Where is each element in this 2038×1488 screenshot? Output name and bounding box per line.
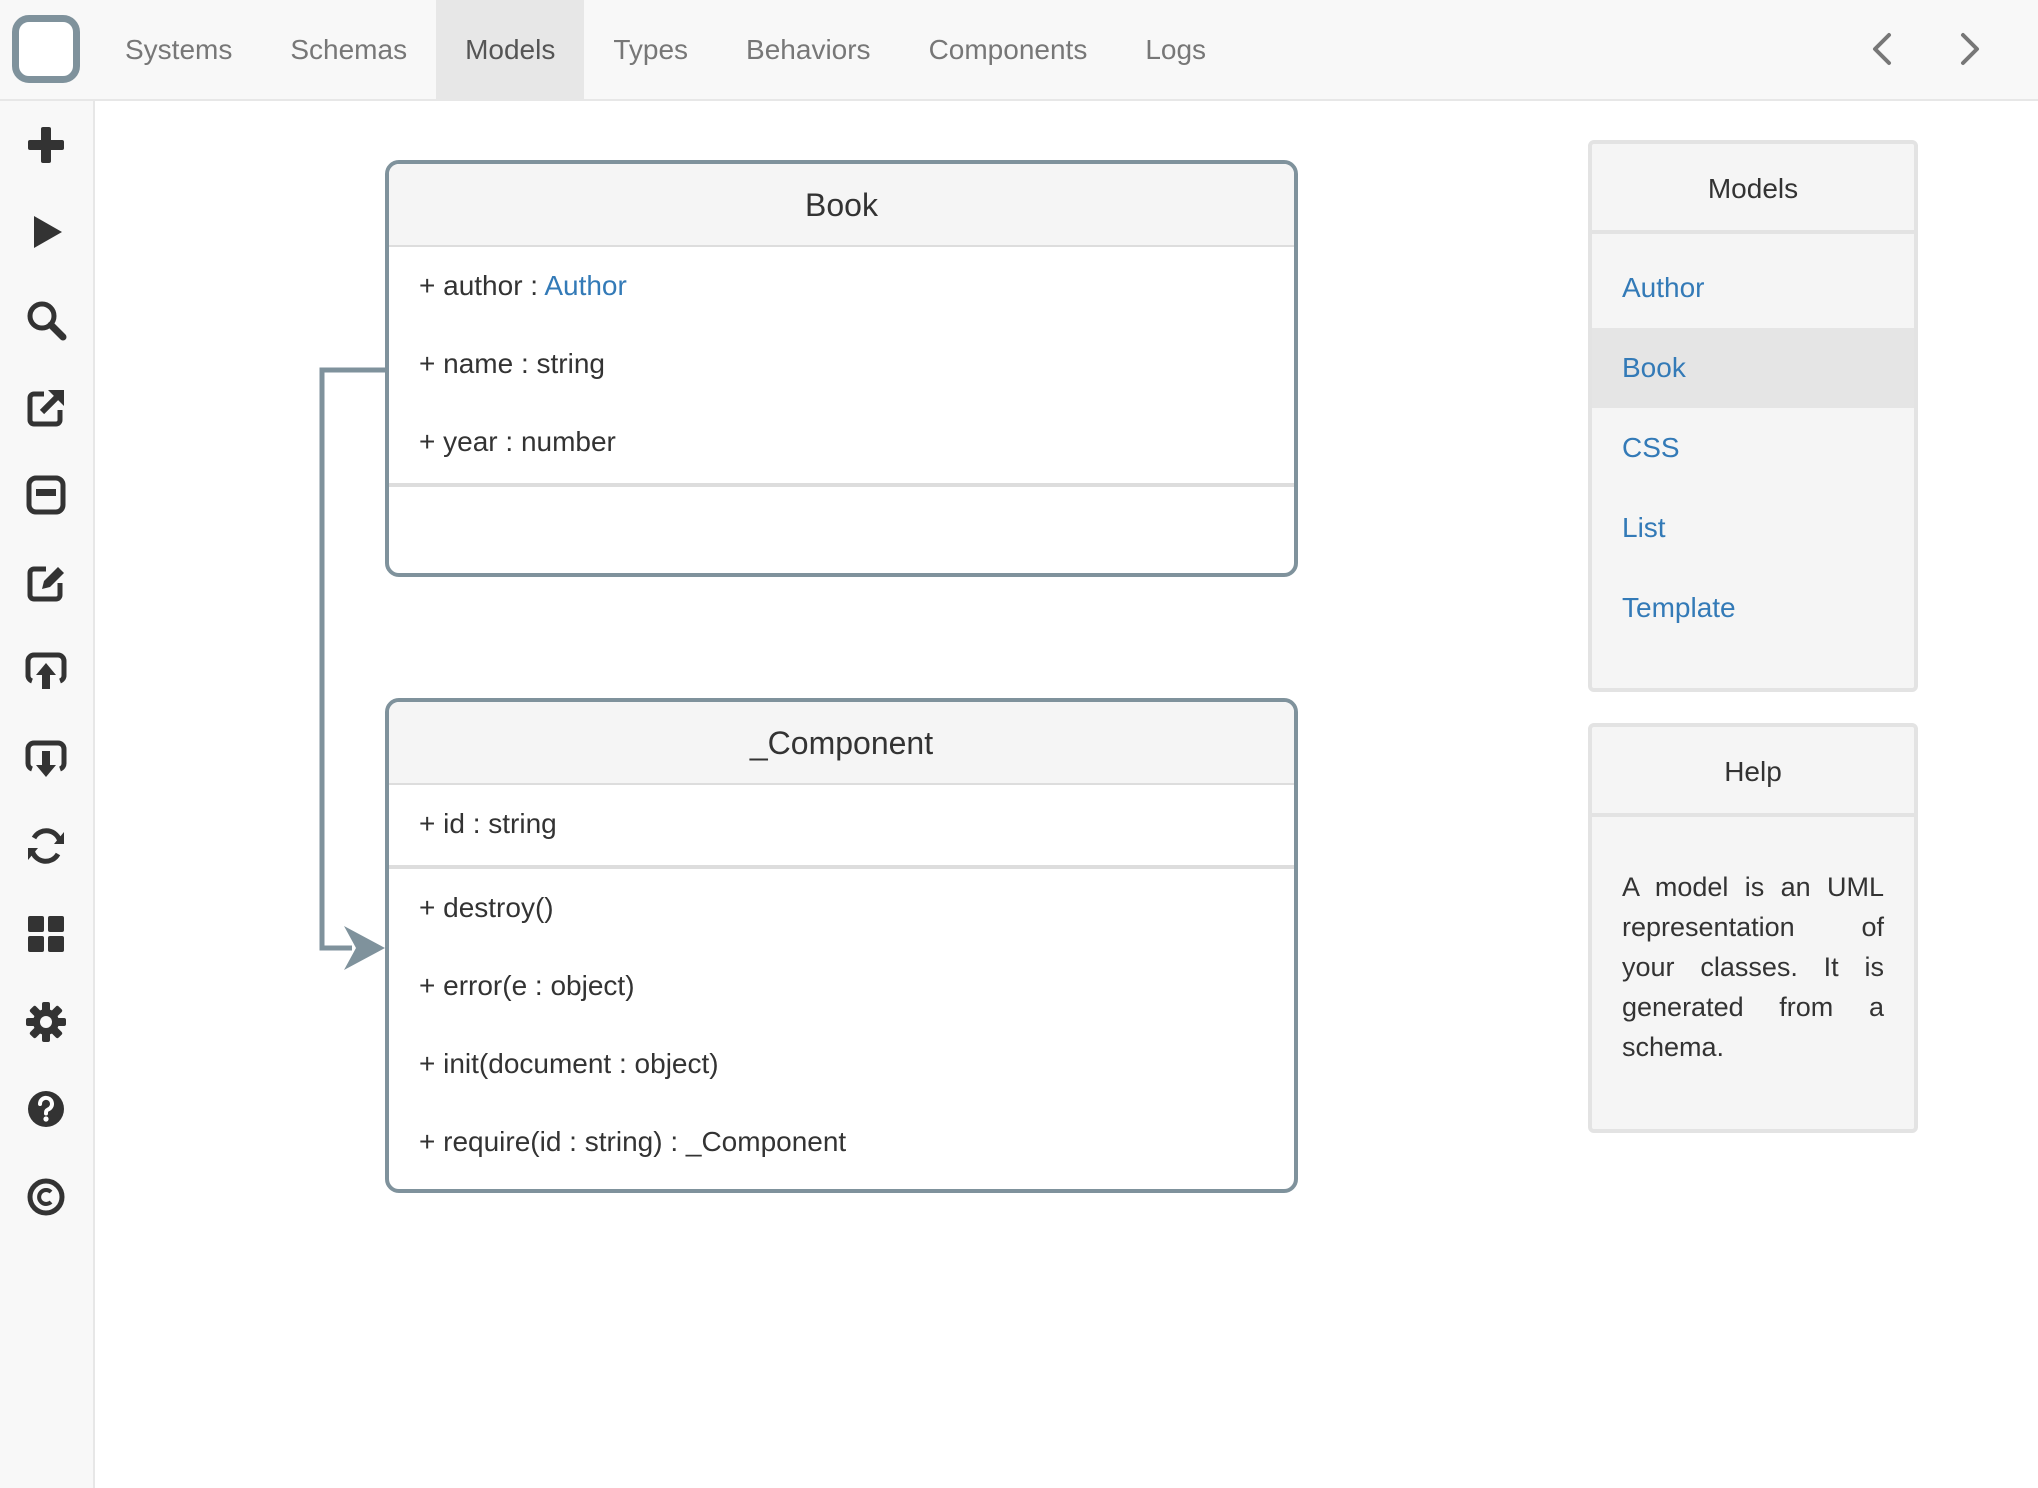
chevron-right-icon[interactable] xyxy=(1946,24,1996,74)
play-icon[interactable] xyxy=(20,206,72,258)
edit-icon[interactable] xyxy=(20,557,72,609)
window-icon[interactable] xyxy=(20,469,72,521)
tab-behaviors[interactable]: Behaviors xyxy=(717,0,900,100)
external-link-icon[interactable] xyxy=(20,382,72,434)
help-panel: Help A model is an UML representation of… xyxy=(1588,723,1918,1133)
logo-icon[interactable] xyxy=(12,15,80,83)
class-title: _Component xyxy=(389,702,1294,785)
method-destroy: + destroy() xyxy=(419,892,554,923)
upload-icon[interactable] xyxy=(20,645,72,697)
method-error: + error(e : object) xyxy=(419,970,635,1001)
attribute-author: + author : Author xyxy=(389,247,1294,325)
type-link-author[interactable]: Author xyxy=(544,270,627,301)
app-root: Systems Schemas Models Types Behaviors C… xyxy=(0,0,2038,1488)
attribute-name: + name : string xyxy=(419,348,605,379)
tab-logs[interactable]: Logs xyxy=(1116,0,1235,100)
dashboard-icon[interactable] xyxy=(20,908,72,960)
help-text: A model is an UML representation of your… xyxy=(1622,872,1884,1062)
tab-systems[interactable]: Systems xyxy=(96,0,261,100)
chevron-left-icon[interactable] xyxy=(1856,24,1906,74)
download-icon[interactable] xyxy=(20,733,72,785)
methods-section xyxy=(389,483,1294,487)
models-list: Author Book CSS List Template xyxy=(1592,234,1914,648)
class-title: Book xyxy=(389,164,1294,247)
tab-components[interactable]: Components xyxy=(900,0,1117,100)
refresh-icon[interactable] xyxy=(20,820,72,872)
top-navbar: Systems Schemas Models Types Behaviors C… xyxy=(0,0,2038,101)
help-panel-title: Help xyxy=(1592,727,1914,817)
model-item-author[interactable]: Author xyxy=(1592,248,1914,328)
gear-icon[interactable] xyxy=(20,996,72,1048)
left-sidebar xyxy=(0,101,95,1488)
attributes-section: + id : string xyxy=(389,785,1294,865)
models-panel-title: Models xyxy=(1592,144,1914,234)
attribute-text: + author : xyxy=(419,270,545,301)
model-item-template[interactable]: Template xyxy=(1592,568,1914,648)
attribute-id: + id : string xyxy=(419,808,557,839)
model-item-css[interactable]: CSS xyxy=(1592,408,1914,488)
methods-section: + destroy() + error(e : object) + init(d… xyxy=(389,865,1294,1181)
method-init: + init(document : object) xyxy=(419,1048,719,1079)
tab-types[interactable]: Types xyxy=(584,0,717,100)
tab-schemas[interactable]: Schemas xyxy=(261,0,436,100)
help-icon[interactable] xyxy=(20,1083,72,1135)
uml-class-book[interactable]: Book + author : Author + name : string +… xyxy=(385,160,1298,577)
nav-tabs: Systems Schemas Models Types Behaviors C… xyxy=(96,0,1235,100)
copyright-icon[interactable] xyxy=(20,1171,72,1223)
tab-models[interactable]: Models xyxy=(436,0,585,100)
method-require: + require(id : string) : _Component xyxy=(419,1126,847,1157)
search-icon[interactable] xyxy=(20,294,72,346)
uml-class-component[interactable]: _Component + id : string + destroy() + e… xyxy=(385,698,1298,1193)
plus-icon[interactable] xyxy=(20,119,72,171)
attribute-year: + year : number xyxy=(419,426,616,457)
models-panel: Models Author Book CSS List Template xyxy=(1588,140,1918,692)
model-item-list[interactable]: List xyxy=(1592,488,1914,568)
attributes-section: + author : Author + name : string + year… xyxy=(389,247,1294,483)
model-item-book[interactable]: Book xyxy=(1592,328,1914,408)
